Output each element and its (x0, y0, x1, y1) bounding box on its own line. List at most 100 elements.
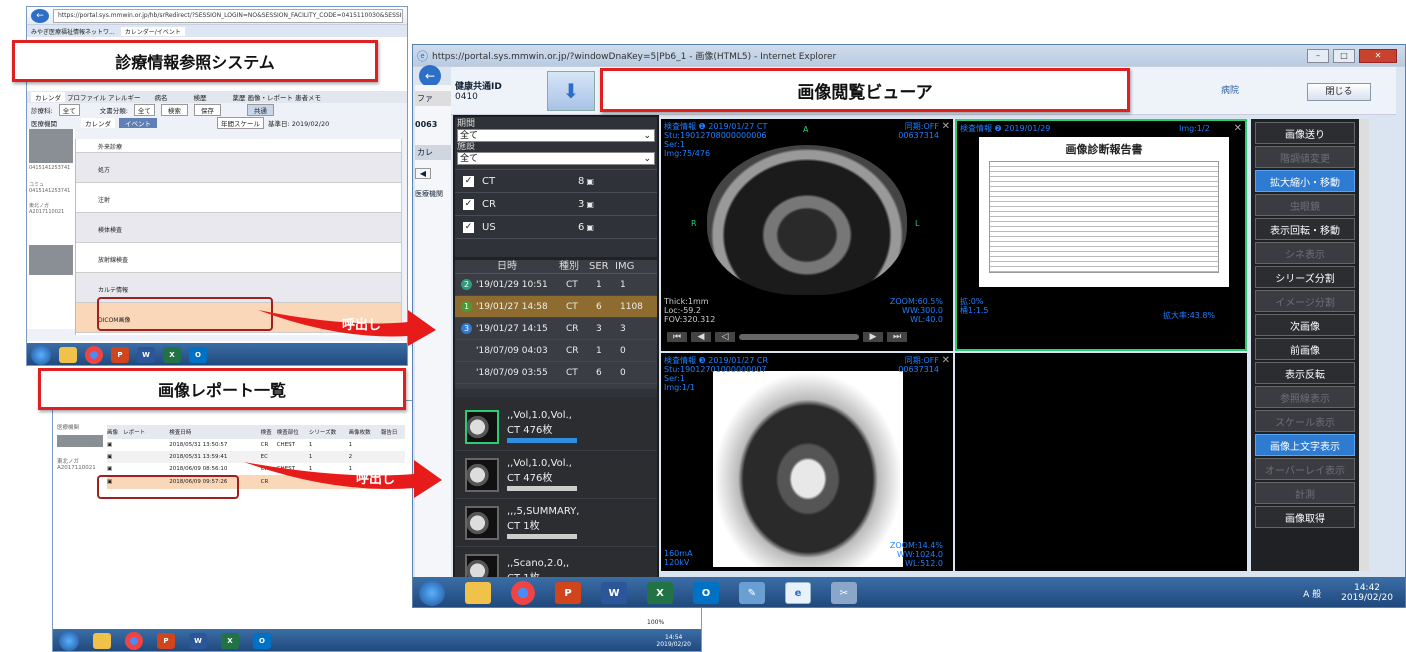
paint-icon[interactable]: ✎ (739, 582, 765, 604)
back-arrow-icon[interactable]: ← (31, 8, 49, 23)
nav-tab-lab[interactable]: 検歴 (194, 92, 207, 102)
viewport-report[interactable]: 検査情報 ❷ 2019/01/29 Img:1/2 画像診断報告書 拡:0% 桶… (955, 119, 1247, 351)
ie-icon[interactable]: e (785, 582, 811, 604)
ime-indicator[interactable]: A 般 (1303, 587, 1321, 600)
explorer-icon[interactable] (93, 633, 111, 649)
tool-next-image-button[interactable]: 次画像 (1255, 314, 1355, 336)
behind-nav[interactable]: ◀ (415, 168, 431, 179)
tool-overlay-button[interactable]: オーバーレイ表示 (1255, 458, 1355, 480)
viewport-empty[interactable] (955, 353, 1247, 571)
start-orb-icon[interactable] (59, 631, 79, 651)
save-button[interactable]: 保存 (193, 104, 221, 116)
study-row[interactable]: 3'19/01/27 14:15 CR 3 3 (455, 318, 657, 340)
close-viewer-button[interactable]: 閉じる (1307, 83, 1371, 101)
outlook-icon[interactable]: O (253, 633, 271, 649)
report-zoom[interactable]: 100% (647, 619, 664, 626)
nav-tab-profile[interactable]: プロファイル (67, 92, 106, 102)
tool-measure-button[interactable]: 計測 (1255, 482, 1355, 504)
common-button[interactable]: 共通 (246, 104, 274, 116)
outlook-icon[interactable]: O (693, 582, 719, 604)
word-icon[interactable]: W (189, 633, 207, 649)
excel-icon[interactable]: X (163, 347, 181, 363)
tool-page-button[interactable]: 画像送り (1255, 122, 1355, 144)
step-back-icon[interactable]: ◁ (715, 332, 735, 342)
tool-scale-button[interactable]: スケール表示 (1255, 410, 1355, 432)
viewport-ct[interactable]: 検査情報 ❶ 2019/01/27 CT Stu:190127080000000… (661, 119, 953, 351)
chrome-icon[interactable] (85, 346, 103, 364)
prev-frame-icon[interactable]: ◀ (691, 332, 711, 342)
modality-cr-checkbox[interactable]: ✓ CR 3 ▣ (455, 193, 657, 216)
tool-rotate-button[interactable]: 表示回転・移動 (1255, 218, 1355, 240)
period-select[interactable]: 全て ⌄ (457, 129, 655, 142)
series-thumbnail[interactable]: ,,Vol,1.0,Vol., CT 476枚 (455, 451, 657, 499)
tool-acquire-button[interactable]: 画像取得 (1255, 506, 1355, 528)
tool-zoom-pan-button[interactable]: 拡大縮小・移動 (1255, 170, 1355, 192)
study-row[interactable]: '18/07/09 03:55 CT 6 0 (455, 362, 657, 384)
subtab-calendar[interactable]: カレンダ (81, 118, 115, 128)
viewport-close-icon[interactable]: ✕ (1234, 123, 1242, 134)
tool-image-split-button[interactable]: イメージ分割 (1255, 290, 1355, 312)
tool-window-level-button[interactable]: 階調値変更 (1255, 146, 1355, 168)
start-orb-icon[interactable] (31, 345, 51, 365)
study-row[interactable]: 2'19/01/29 10:51 CT 1 1 (455, 274, 657, 296)
viewport-close-icon[interactable]: ✕ (942, 121, 950, 132)
next-frame-icon[interactable]: ▶ (863, 332, 883, 342)
outlook-icon[interactable]: O (189, 347, 207, 363)
word-icon[interactable]: W (601, 582, 627, 604)
frame-slider[interactable] (739, 334, 859, 340)
tool-magnifier-button[interactable]: 虫眼鏡 (1255, 194, 1355, 216)
nav-tab-allergy[interactable]: アレルギー (108, 92, 141, 102)
subtab-event[interactable]: イベント (119, 118, 157, 128)
viewport-close-icon[interactable]: ✕ (942, 355, 950, 366)
first-frame-icon[interactable]: ⏮ (667, 332, 687, 342)
calendar-url-input[interactable]: https://portal.sys.mmwin.or.jp/hb/srRedi… (53, 8, 403, 23)
excel-icon[interactable]: X (647, 582, 673, 604)
tab-network[interactable]: みやぎ医療福祉情報ネットワ... (31, 27, 115, 36)
behind-tab2[interactable]: カレ (415, 145, 451, 160)
download-icon[interactable]: ⬇ (547, 71, 595, 111)
powerpoint-icon[interactable]: P (555, 582, 581, 604)
tool-reference-line-button[interactable]: 参照線表示 (1255, 386, 1355, 408)
doc-class-select[interactable]: 全て (133, 104, 155, 116)
powerpoint-icon[interactable]: P (111, 347, 129, 363)
maximize-button[interactable]: □ (1333, 48, 1355, 63)
last-frame-icon[interactable]: ⏭ (887, 332, 907, 342)
close-window-button[interactable]: ✕ (1359, 48, 1397, 63)
nav-tab-image-report[interactable]: 画像・レポート (248, 92, 294, 102)
behind-tab[interactable]: ファ (415, 91, 451, 106)
start-orb-icon[interactable] (419, 580, 445, 606)
study-row[interactable]: '18/07/09 04:03 CR 1 0 (455, 340, 657, 362)
dept-select[interactable]: 全て (58, 104, 80, 116)
call-label-2: 呼出し (356, 472, 396, 487)
explorer-icon[interactable] (465, 582, 491, 604)
modality-us-checkbox[interactable]: ✓ US 6 ▣ (455, 216, 657, 239)
excel-icon[interactable]: X (221, 633, 239, 649)
nav-tab-medication[interactable]: 薬歴 (233, 92, 246, 102)
series-thumbnail[interactable]: ,,Vol,1.0,Vol., CT 476枚 (455, 403, 657, 451)
viewer-back-button[interactable]: ← (419, 65, 441, 87)
word-icon[interactable]: W (137, 347, 155, 363)
chrome-icon[interactable] (125, 632, 143, 650)
nav-tab-disease[interactable]: 病名 (155, 92, 168, 102)
tool-invert-button[interactable]: 表示反転 (1255, 362, 1355, 384)
viewport-cr[interactable]: 検査情報 ❸ 2019/01/27 CR Stu:190127010000000… (661, 353, 953, 571)
tool-panel-scrollbar[interactable] (1359, 119, 1369, 571)
search-button[interactable]: 検索 (160, 104, 188, 116)
powerpoint-icon[interactable]: P (157, 633, 175, 649)
tool-cine-button[interactable]: シネ表示 (1255, 242, 1355, 264)
explorer-icon[interactable] (59, 347, 77, 363)
modality-ct-checkbox[interactable]: ✓ CT 8 ▣ (455, 170, 657, 193)
study-row[interactable]: 1'19/01/27 14:58 CT 6 1108 (455, 296, 657, 318)
minimize-button[interactable]: – (1307, 48, 1329, 63)
tab-calendar[interactable]: カレンダー/イベント (120, 26, 185, 36)
nav-tab-memo[interactable]: 患者メモ (295, 92, 321, 102)
series-thumbnail[interactable]: ,,,5,SUMMARY, CT 1枚 (455, 499, 657, 547)
tool-text-overlay-button[interactable]: 画像上文字表示 (1255, 434, 1355, 456)
year-scale-button[interactable]: 年間スケール (217, 117, 264, 129)
tool-icon[interactable]: ✂ (831, 582, 857, 604)
chrome-icon[interactable] (511, 581, 535, 605)
tool-series-split-button[interactable]: シリーズ分割 (1255, 266, 1355, 288)
tool-prev-image-button[interactable]: 前画像 (1255, 338, 1355, 360)
facility-select[interactable]: 全て ⌄ (457, 152, 655, 165)
nav-tab-calendar[interactable]: カレンダ (31, 92, 65, 102)
